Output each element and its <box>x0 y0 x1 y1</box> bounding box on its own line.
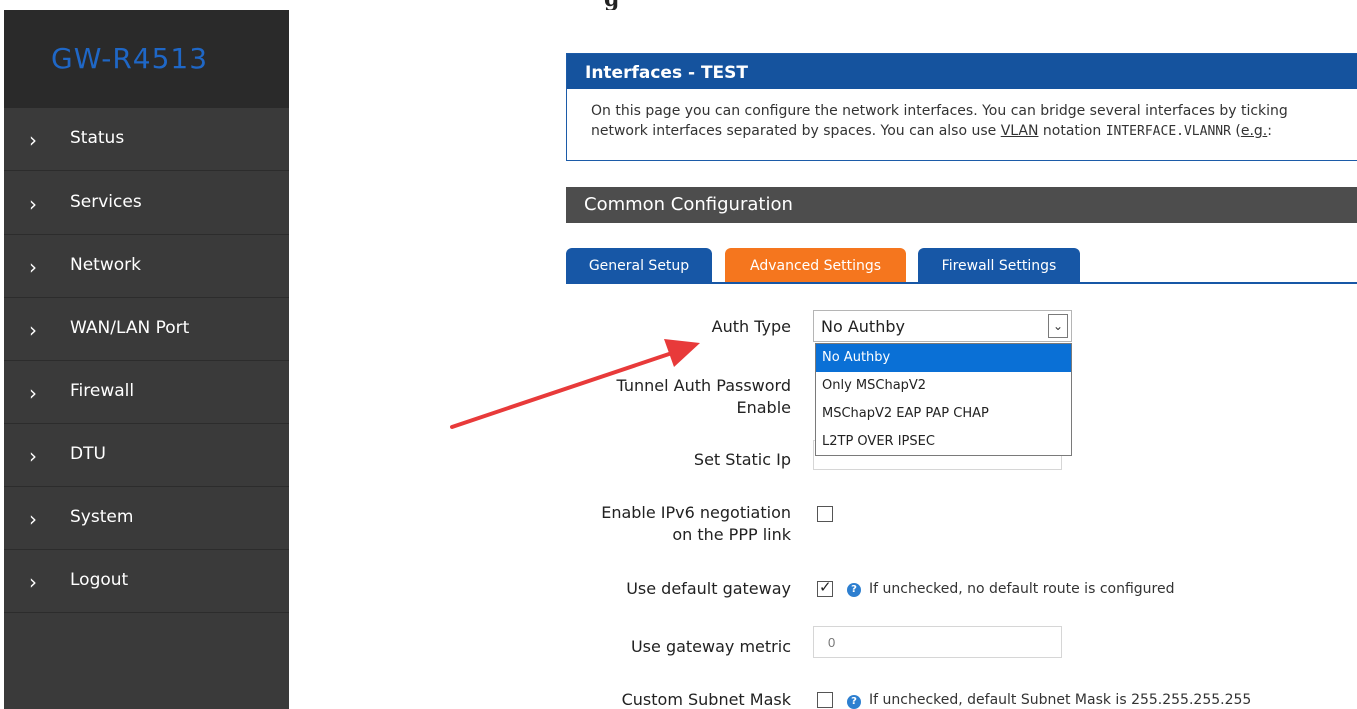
ipv6-label-line2: on the PPP link <box>672 525 791 544</box>
vlan-abbr: VLAN <box>1000 123 1039 139</box>
sidebar-item-network[interactable]: › Network <box>4 235 289 298</box>
default-gateway-help: If unchecked, no default route is config… <box>869 581 1175 597</box>
brand-logo-text: GW-R4513 <box>51 42 209 75</box>
auth-type-label: Auth Type <box>711 317 791 336</box>
ipv6-negotiation-checkbox[interactable] <box>817 506 833 522</box>
interfaces-description: On this page you can configure the netwo… <box>567 89 1357 142</box>
vlan-notation-code: INTERFACE.VLANNR <box>1105 124 1231 139</box>
sidebar-item-label: System <box>70 507 134 527</box>
ipv6-label-line1: Enable IPv6 negotiation <box>601 503 791 522</box>
option-l2tp-over-ipsec[interactable]: L2TP OVER IPSEC <box>816 428 1071 456</box>
custom-subnet-mask-label: Custom Subnet Mask <box>621 690 791 709</box>
chevron-right-icon: › <box>29 192 37 216</box>
sidebar-item-wan-lan-port[interactable]: › WAN/LAN Port <box>4 298 289 361</box>
auth-type-select[interactable]: No Authby ⌄ <box>813 310 1072 342</box>
sidebar-item-label: WAN/LAN Port <box>70 318 190 338</box>
sidebar-item-label: Network <box>70 255 141 275</box>
description-text: ( <box>1230 123 1241 139</box>
interfaces-title: Interfaces - TEST <box>567 54 1357 89</box>
tunnel-auth-label-line2: Enable <box>736 398 792 417</box>
description-text: : <box>1267 123 1272 139</box>
sidebar-item-status[interactable]: › Status <box>4 108 289 171</box>
default-gateway-label: Use default gateway <box>626 579 791 598</box>
sidebar-item-logout[interactable]: › Logout <box>4 550 289 613</box>
custom-subnet-mask-checkbox[interactable] <box>817 692 833 708</box>
sidebar-item-firewall[interactable]: › Firewall <box>4 361 289 424</box>
gateway-metric-label: Use gateway metric <box>630 637 791 656</box>
description-text: network interfaces separated by spaces. … <box>591 123 1001 139</box>
option-no-authby[interactable]: No Authby <box>816 344 1071 372</box>
custom-subnet-mask-help: If unchecked, default Subnet Mask is 255… <box>869 692 1252 708</box>
chevron-down-icon[interactable]: ⌄ <box>1048 314 1068 338</box>
chevron-right-icon: › <box>29 318 37 342</box>
tunnel-auth-label-line1: Tunnel Auth Password <box>616 376 791 395</box>
chevron-right-icon: › <box>29 570 37 594</box>
clipped-heading-fragment: g <box>604 0 634 10</box>
chevron-right-icon: › <box>29 381 37 405</box>
interfaces-info-box: Interfaces - TEST On this page you can c… <box>566 53 1357 161</box>
auth-type-value: No Authby <box>821 317 905 336</box>
ipv6-negotiation-label: Enable IPv6 negotiation on the PPP link <box>601 502 791 546</box>
brand-header: GW-R4513 <box>4 10 289 108</box>
check-icon: ✓ <box>819 578 832 596</box>
clipped-heading-text: g <box>604 0 619 10</box>
option-only-mschapv2[interactable]: Only MSChapV2 <box>816 372 1071 400</box>
sidebar-item-label: Firewall <box>70 381 135 401</box>
static-ip-label: Set Static Ip <box>693 450 791 469</box>
sidebar-item-label: Status <box>70 128 125 148</box>
chevron-right-icon: › <box>29 128 37 152</box>
help-icon: ? <box>847 695 861 709</box>
description-line-1: On this page you can configure the netwo… <box>591 103 1288 119</box>
sidebar-item-label: Logout <box>70 570 129 590</box>
description-line-2: network interfaces separated by spaces. … <box>591 121 1357 142</box>
sidebar-item-label: DTU <box>70 444 106 464</box>
chevron-right-icon: › <box>29 444 37 468</box>
tunnel-auth-label: Tunnel Auth Password Enable <box>617 375 791 419</box>
sidebar: GW-R4513 › Status › Services › Network ›… <box>4 10 289 709</box>
description-text: notation <box>1038 123 1106 139</box>
eg-abbr: e.g. <box>1240 123 1268 139</box>
chevron-right-icon: › <box>29 507 37 531</box>
help-icon: ? <box>847 583 861 597</box>
sidebar-item-services[interactable]: › Services <box>4 172 289 235</box>
chevron-right-icon: › <box>29 255 37 279</box>
default-gateway-checkbox[interactable]: ✓ <box>817 578 833 597</box>
tab-advanced-settings[interactable]: Advanced Settings <box>725 248 906 284</box>
option-mschapv2-eap-pap-chap[interactable]: MSChapV2 EAP PAP CHAP <box>816 400 1071 428</box>
tab-general-setup[interactable]: General Setup <box>566 248 712 284</box>
section-title: Common Configuration <box>566 187 1357 223</box>
sidebar-item-dtu[interactable]: › DTU <box>4 424 289 487</box>
tab-underline <box>566 282 1357 284</box>
gateway-metric-input[interactable] <box>813 626 1062 658</box>
tab-firewall-settings[interactable]: Firewall Settings <box>918 248 1080 284</box>
annotation-arrow-head <box>664 339 700 367</box>
sidebar-item-label: Services <box>70 192 142 212</box>
auth-type-options-list: No Authby Only MSChapV2 MSChapV2 EAP PAP… <box>815 343 1072 456</box>
sidebar-item-system[interactable]: › System <box>4 487 289 550</box>
